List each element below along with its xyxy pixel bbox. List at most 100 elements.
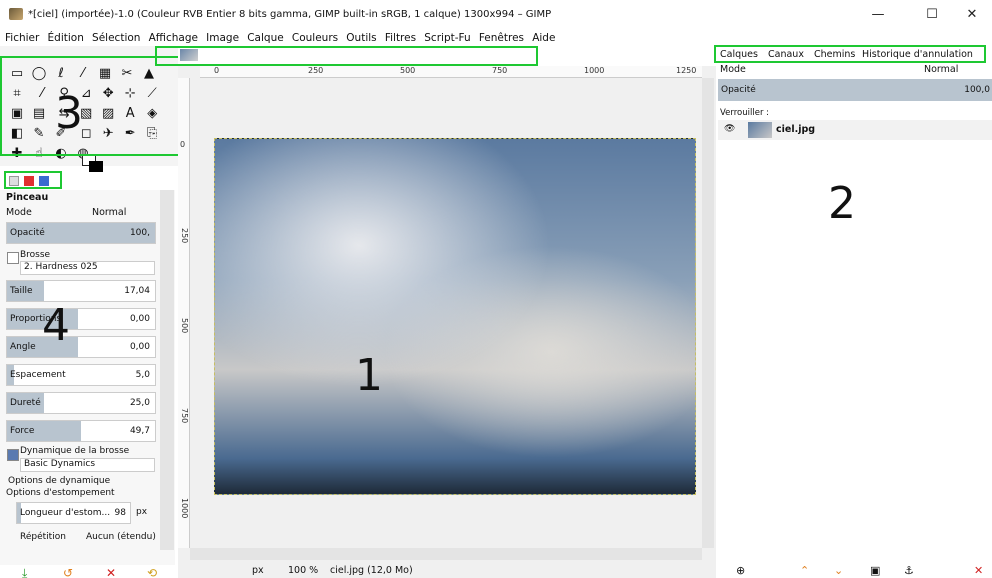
brush-field[interactable]: 2. Hardness 025 (20, 261, 155, 275)
window-title: *[ciel] (importée)-1.0 (Couleur RVB Enti… (28, 9, 552, 20)
repeat-label: Répétition (20, 532, 66, 542)
menu-aide[interactable]: Aide (532, 30, 555, 46)
title-bar: *[ciel] (importée)-1.0 (Couleur RVB Enti… (0, 0, 992, 30)
dynamics-preview-icon[interactable] (7, 449, 19, 461)
layer-opacity-label: Opacité (721, 85, 756, 95)
delete-layer-icon[interactable]: ✕ (974, 564, 983, 577)
unit-select[interactable]: px (252, 565, 264, 576)
proportions-slider[interactable]: Proportions 0,00 (6, 308, 156, 330)
tool-options-scrollbar[interactable] (160, 190, 174, 550)
annotation-number-3: 3 (55, 88, 83, 139)
fg-bg-colors[interactable] (82, 154, 104, 172)
close-button[interactable]: ✕ (952, 4, 992, 26)
eye-icon[interactable]: 👁 (724, 124, 735, 134)
gimp-app-icon (9, 8, 23, 20)
tab-channels[interactable]: Canaux (768, 49, 804, 60)
menu-fenetres[interactable]: Fenêtres (479, 30, 524, 46)
ruler-label-0: 0 (214, 66, 220, 75)
sky-image-canvas[interactable] (214, 138, 696, 495)
size-label: Taille (10, 286, 33, 296)
spacing-slider[interactable]: Espacement 5,0 (6, 364, 156, 386)
annotation-number-1: 1 (355, 350, 383, 401)
dynamics-options-expander[interactable]: Options de dynamique (8, 476, 110, 486)
smudge-length-slider[interactable]: Longueur d'estom... 98 (16, 502, 131, 524)
canvas-vertical-scrollbar[interactable] (702, 78, 714, 548)
ruler-v-label-250: 250 (180, 228, 189, 244)
layer-thumbnail (748, 122, 772, 138)
repeat-select[interactable]: Aucun (étendu) (86, 532, 156, 542)
menu-selection[interactable]: Sélection (92, 30, 140, 46)
tool-options-tab[interactable] (9, 176, 19, 186)
ruler-v-label-500: 500 (180, 318, 189, 334)
ruler-v-label-750: 750 (180, 408, 189, 424)
layer-opacity-slider[interactable]: Opacité 100,0 (718, 79, 992, 101)
tab-paths[interactable]: Chemins (814, 49, 855, 60)
horizontal-ruler[interactable]: 0 250 500 750 1000 1250 (200, 66, 702, 78)
dynamics-label: Dynamique de la brosse (20, 446, 130, 456)
menu-image[interactable]: Image (206, 30, 239, 46)
layer-mode-select[interactable]: Normal (924, 64, 958, 75)
smudge-length-label: Longueur d'estom... (20, 508, 111, 518)
minimize-button[interactable]: — (858, 4, 898, 26)
tool-options-panel: Pinceau Mode Normal Opacité 100, Brosse … (0, 190, 175, 565)
annotation-number-4: 4 (42, 300, 70, 351)
annotation-number-2: 2 (828, 178, 856, 229)
hardness-value: 25,0 (129, 398, 150, 408)
layer-mode-label: Mode (720, 64, 746, 75)
layer-row[interactable]: 👁 ciel.jpg (718, 120, 992, 140)
opacity-slider[interactable]: Opacité 100, (6, 222, 156, 244)
brush-preview-icon[interactable] (7, 252, 19, 264)
menu-affichage[interactable]: Affichage (149, 30, 198, 46)
maximize-button[interactable]: ☐ (912, 4, 952, 26)
restore-options-icon[interactable]: ↺ (63, 566, 73, 578)
anchor-layer-icon[interactable]: ⚓ (904, 564, 914, 577)
menu-filtres[interactable]: Filtres (385, 30, 416, 46)
force-slider[interactable]: Force 49,7 (6, 420, 156, 442)
size-slider[interactable]: Taille 17,04 (6, 280, 156, 302)
tab-undo-history[interactable]: Historique d'annulation (862, 49, 973, 60)
status-file-info: ciel.jpg (12,0 Mo) (330, 565, 413, 576)
highlight-box-image-tabs (155, 46, 538, 66)
size-value: 17,04 (124, 286, 150, 296)
ruler-label-1250: 1250 (676, 66, 697, 75)
angle-slider[interactable]: Angle 0,00 (6, 336, 156, 358)
ruler-label-250: 250 (308, 66, 324, 75)
raise-layer-icon[interactable]: ⌃ (800, 564, 809, 577)
spacing-label: Espacement (10, 370, 66, 380)
new-layer-icon[interactable]: ⊕ (736, 564, 745, 577)
tab-layers[interactable]: Calques (720, 49, 758, 60)
menu-calque[interactable]: Calque (247, 30, 283, 46)
save-options-icon[interactable]: ⤓ (22, 566, 27, 578)
duplicate-layer-icon[interactable]: ▣ (870, 564, 880, 577)
highlight-box-dock-tabs (4, 171, 62, 189)
device-status-tab[interactable] (24, 176, 34, 186)
zoom-select[interactable]: 100 % (288, 565, 318, 576)
lower-layer-icon[interactable]: ⌄ (834, 564, 843, 577)
smudge-unit-select[interactable]: px (136, 507, 147, 517)
smudge-options-label: Options d'estompement (6, 488, 115, 498)
angle-label: Angle (10, 342, 36, 352)
ruler-label-500: 500 (400, 66, 416, 75)
dynamics-field[interactable]: Basic Dynamics (20, 458, 155, 472)
tool-title: Pinceau (6, 192, 49, 203)
reset-options-icon[interactable]: ⟲ (147, 566, 157, 578)
opacity-value: 100, (129, 228, 150, 238)
menu-script-fu[interactable]: Script-Fu (424, 30, 470, 46)
brush-label: Brosse (20, 250, 51, 260)
opacity-label: Opacité (10, 228, 45, 238)
menu-couleurs[interactable]: Couleurs (292, 30, 338, 46)
delete-options-icon[interactable]: ✕ (106, 566, 116, 578)
canvas-horizontal-scrollbar[interactable] (190, 548, 702, 560)
force-value: 49,7 (129, 426, 150, 436)
ruler-label-750: 750 (492, 66, 508, 75)
menu-fichier[interactable]: Fichier (5, 30, 39, 46)
vertical-ruler[interactable]: 0 250 500 750 1000 (178, 78, 190, 548)
layers-dock: Mode Normal Opacité 100,0 Verrouiller : … (716, 46, 992, 578)
layer-name: ciel.jpg (776, 124, 816, 135)
hardness-slider[interactable]: Dureté 25,0 (6, 392, 156, 414)
mode-select[interactable]: Normal (92, 207, 126, 218)
menu-outils[interactable]: Outils (346, 30, 376, 46)
force-label: Force (10, 426, 35, 436)
menu-edition[interactable]: Édition (48, 30, 84, 46)
undo-history-tab[interactable] (39, 176, 49, 186)
